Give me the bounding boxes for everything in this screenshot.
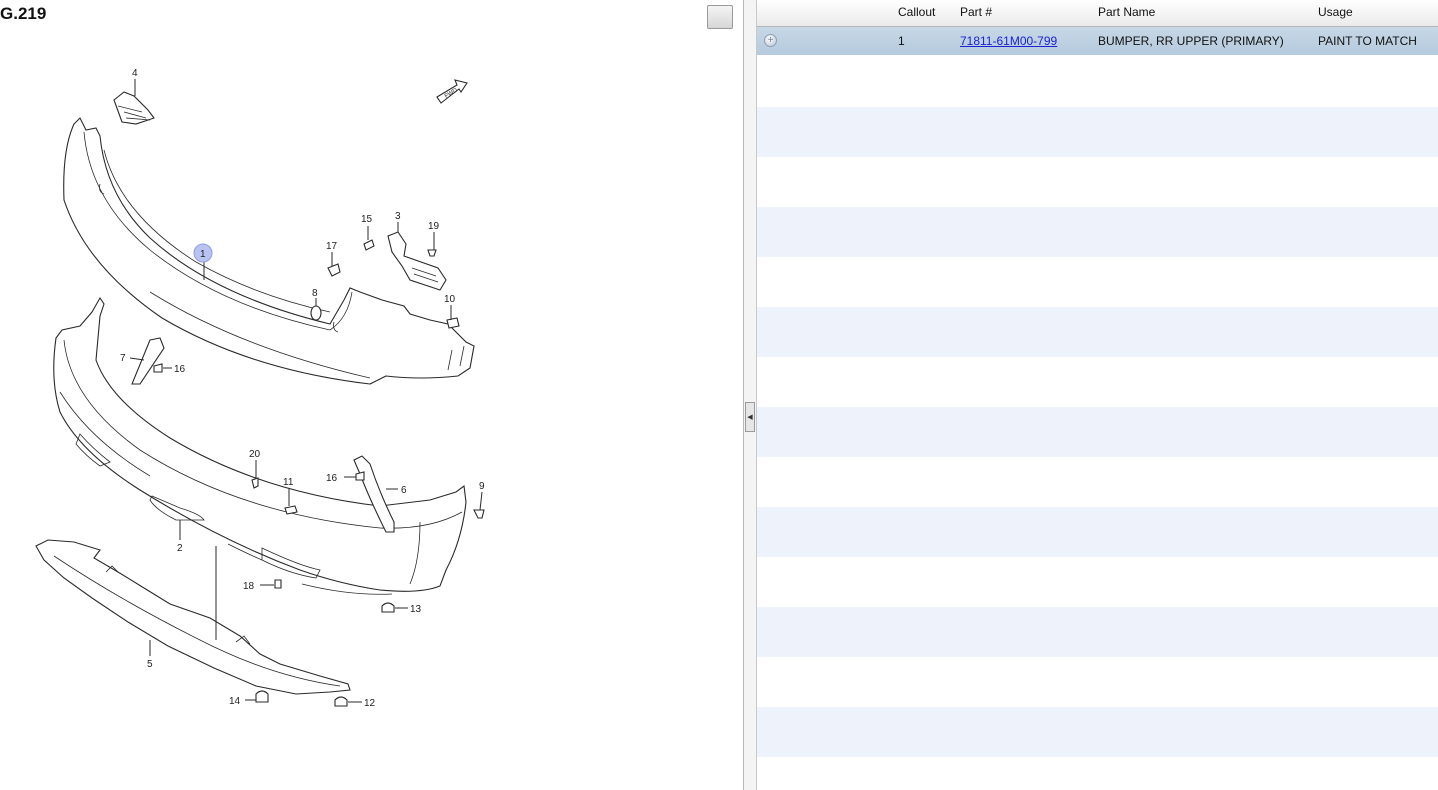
empty-row xyxy=(757,107,1438,157)
callout-label[interactable]: 20 xyxy=(249,449,261,460)
empty-row xyxy=(757,407,1438,457)
callout-label[interactable]: 16 xyxy=(174,364,186,375)
parts-table-body: + 1 71811-61M00-799 BUMPER, RR UPPER (PR… xyxy=(757,27,1438,790)
part-12-clip xyxy=(334,696,348,707)
part-19-screw xyxy=(427,249,437,257)
empty-row xyxy=(757,55,1438,107)
part-16b-clip xyxy=(355,471,365,481)
empty-row xyxy=(757,157,1438,207)
part-15-bolt xyxy=(363,239,375,251)
part-4-bracket xyxy=(113,91,155,125)
pane-splitter[interactable]: ◀ xyxy=(743,0,757,790)
callout-label[interactable]: 19 xyxy=(428,221,440,232)
parts-list-pane: Callout Part # Part Name Usage + 1 71811… xyxy=(757,0,1438,790)
part-7-bracket xyxy=(131,337,165,385)
part-1-bumper-upper xyxy=(63,117,475,385)
callout-label[interactable]: 12 xyxy=(364,698,376,709)
expand-circle-icon[interactable]: + xyxy=(764,34,777,47)
empty-row xyxy=(757,707,1438,757)
callout-label[interactable]: 6 xyxy=(401,485,407,496)
column-header-usage[interactable]: Usage xyxy=(1318,5,1353,19)
column-header-part-name[interactable]: Part Name xyxy=(1098,5,1155,19)
row-part-name: BUMPER, RR UPPER (PRIMARY) xyxy=(1098,34,1284,48)
part-18-screw xyxy=(274,579,282,589)
column-header-callout[interactable]: Callout xyxy=(898,5,935,19)
callout-label[interactable]: 2 xyxy=(177,543,183,554)
callout-label[interactable]: 18 xyxy=(243,581,255,592)
row-usage: PAINT TO MATCH xyxy=(1318,34,1417,48)
forward-arrow-icon: FWD xyxy=(436,79,468,104)
callout-label[interactable]: 1 xyxy=(200,249,206,260)
callout-label[interactable]: 17 xyxy=(326,241,338,252)
callout-label[interactable]: 11 xyxy=(283,477,294,488)
callout-label[interactable]: 9 xyxy=(479,481,485,492)
empty-row xyxy=(757,457,1438,507)
diagram-view-button[interactable] xyxy=(707,5,733,29)
diagram-pane[interactable]: G.219 FWD 1 2 3 4 5 6 7 8 9 10 11 12 13 … xyxy=(0,0,744,790)
empty-row xyxy=(757,557,1438,607)
row-callout: 1 xyxy=(898,34,905,48)
part-8-plug xyxy=(310,305,322,321)
part-number-link[interactable]: 71811-61M00-799 xyxy=(960,34,1057,48)
part-9-bolt xyxy=(473,509,485,519)
column-header-part-number[interactable]: Part # xyxy=(960,5,992,19)
part-16a-clip xyxy=(153,363,163,373)
empty-row xyxy=(757,507,1438,557)
callout-label[interactable]: 14 xyxy=(229,696,241,707)
empty-row xyxy=(757,657,1438,707)
empty-row xyxy=(757,307,1438,357)
table-row[interactable]: + 1 71811-61M00-799 BUMPER, RR UPPER (PR… xyxy=(757,27,1438,55)
callout-label[interactable]: 10 xyxy=(444,294,456,305)
part-13-clip xyxy=(381,602,395,613)
empty-row xyxy=(757,207,1438,257)
exploded-parts-diagram[interactable]: FWD 1 2 3 4 5 6 7 8 9 10 11 12 13 14 15 … xyxy=(0,0,744,790)
callout-label[interactable]: 3 xyxy=(395,211,401,222)
callout-label[interactable]: 13 xyxy=(410,604,422,615)
callout-label[interactable]: 16 xyxy=(326,473,338,484)
part-3-retainer xyxy=(387,231,447,291)
empty-row xyxy=(757,607,1438,657)
callout-label[interactable]: 4 xyxy=(132,68,138,79)
part-11-nut xyxy=(284,505,298,515)
parts-table-header: Callout Part # Part Name Usage xyxy=(757,0,1438,27)
collapse-left-arrow-icon[interactable]: ◀ xyxy=(745,402,755,432)
callout-label[interactable]: 5 xyxy=(147,659,153,670)
empty-row xyxy=(757,757,1438,790)
part-10-clip xyxy=(446,317,460,329)
part-17-bolt xyxy=(327,263,341,277)
callout-label[interactable]: 8 xyxy=(312,288,318,299)
callout-label[interactable]: 15 xyxy=(361,214,373,225)
empty-row xyxy=(757,357,1438,407)
empty-row xyxy=(757,257,1438,307)
part-14-clip xyxy=(255,690,269,703)
callout-label[interactable]: 7 xyxy=(120,353,126,364)
